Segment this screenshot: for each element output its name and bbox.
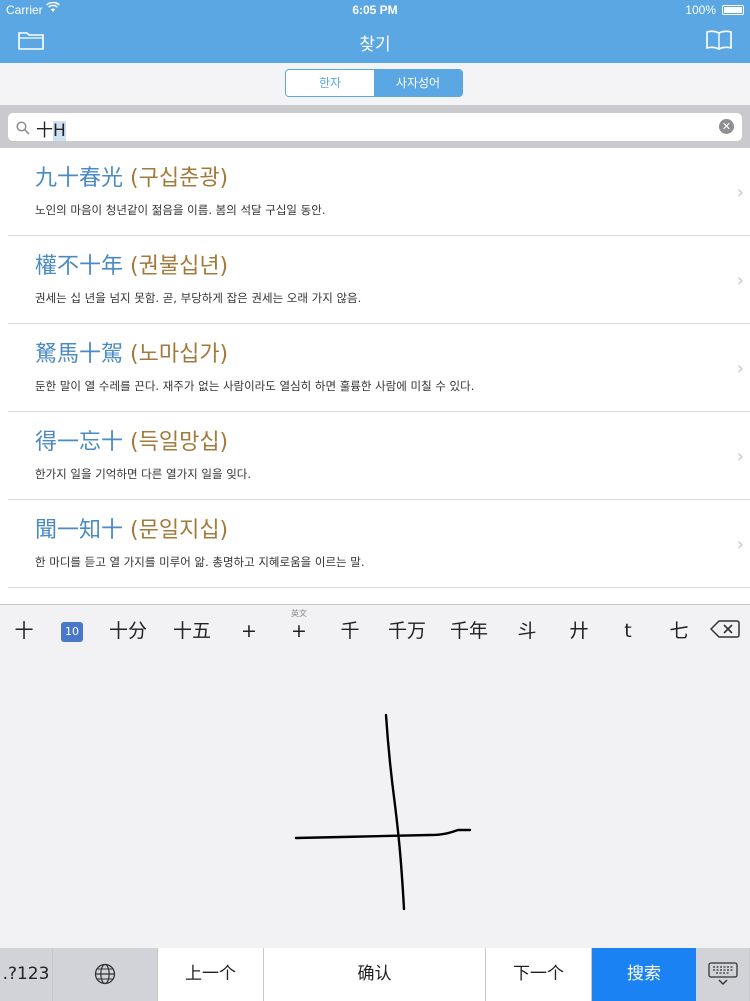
list-item[interactable]: 駑馬十駕 (노마십가) 둔한 말이 열 수레를 끈다. 재주가 없는 사람이라도… — [8, 324, 750, 412]
book-icon[interactable] — [706, 30, 732, 50]
globe-key[interactable] — [53, 948, 158, 1001]
idiom-description: 노인의 마음이 청년같이 젊음을 이름. 봄의 석달 구십일 동안. — [35, 203, 326, 217]
candidate-label: t — [624, 620, 632, 642]
prev-candidate-key[interactable]: 上一个 — [158, 948, 264, 1001]
keyboard-bottom-row: .?123 上一个 确认 下一个 搜索 — [0, 948, 750, 1001]
idiom-hanja: 九十春光 — [35, 166, 124, 191]
idiom-title: 權不十年 (권불십년) — [35, 248, 228, 280]
candidate-item[interactable]: 七 — [652, 605, 706, 655]
search-key[interactable]: 搜索 — [592, 948, 696, 1001]
candidate-note: 英文 — [291, 609, 307, 618]
search-value: 十H — [36, 116, 66, 141]
candidate-label: 七 — [669, 620, 689, 642]
handwriting-canvas[interactable] — [0, 655, 750, 948]
segment-idioms[interactable]: 사자성어 — [374, 70, 462, 96]
candidate-label: 千年 — [449, 620, 488, 642]
candidate-label: 十分 — [108, 620, 147, 642]
candidate-item[interactable]: 十五 — [160, 605, 224, 655]
list-item[interactable]: 權不十年 (권불십년) 권세는 십 년을 넘지 못함. 곧, 부당하게 잡은 권… — [8, 236, 750, 324]
idiom-reading: (권불십년) — [130, 254, 229, 279]
segment-hanja[interactable]: 한자 — [286, 70, 374, 96]
chevron-right-icon: › — [736, 534, 744, 555]
candidate-item[interactable]: + — [224, 605, 274, 655]
results-list: 九十春光 (구십춘광) 노인의 마음이 청년같이 젊음을 이름. 봄의 석달 구… — [0, 148, 750, 604]
candidate-label: 10 — [61, 621, 83, 642]
candidate-item[interactable]: 廾 — [554, 605, 604, 655]
search-bar: 十H ✕ — [0, 105, 750, 148]
clear-icon[interactable]: ✕ — [719, 119, 734, 134]
search-input[interactable]: 十H ✕ — [8, 113, 742, 141]
idiom-reading: (문일지십) — [130, 518, 229, 543]
symbols-key[interactable]: .?123 — [0, 948, 53, 1001]
handwriting-keyboard: 十 10 十分 十五 + 英文 + 千 千万 千年 斗 廾 t 七 .?123 上一个 确认 下一个 搜索 — [0, 604, 750, 1001]
battery-percent: 100% — [685, 3, 716, 17]
candidate-label: 十 — [14, 620, 34, 642]
candidate-item[interactable]: 英文 + — [274, 605, 324, 655]
candidate-item[interactable]: 10 — [48, 605, 96, 655]
list-item[interactable]: 得一忘十 (득일망십) 한가지 일을 기억하면 다른 열가지 일을 잊다. › — [8, 412, 750, 500]
idiom-description: 둔한 말이 열 수레를 끈다. 재주가 없는 사람이라도 열심히 하면 훌륭한 … — [35, 379, 475, 393]
candidate-item[interactable]: 千年 — [438, 605, 500, 655]
candidate-label: + — [291, 620, 307, 642]
list-item[interactable]: 聞一知十 (문일지십) 한 마디를 듣고 열 가지를 미루어 앎. 총명하고 지… — [8, 500, 750, 588]
candidate-label: 千万 — [387, 620, 426, 642]
keyboard-hide-icon — [707, 962, 738, 985]
candidate-item[interactable]: 十分 — [96, 605, 160, 655]
candidate-label: 廾 — [569, 620, 589, 642]
dismiss-keyboard-key[interactable] — [696, 948, 750, 1001]
idiom-description: 한가지 일을 기억하면 다른 열가지 일을 잊다. — [35, 467, 252, 481]
chevron-right-icon: › — [736, 270, 744, 291]
backspace-icon[interactable] — [709, 619, 740, 639]
candidate-label: 千 — [340, 620, 360, 642]
idiom-hanja: 得一忘十 — [35, 430, 124, 455]
candidate-bar: 十 10 十分 十五 + 英文 + 千 千万 千年 斗 廾 t 七 — [0, 605, 750, 655]
confirm-key[interactable]: 确认 — [264, 948, 486, 1001]
candidate-item[interactable]: t — [604, 605, 652, 655]
candidate-item[interactable]: 千万 — [376, 605, 438, 655]
clock: 6:05 PM — [352, 3, 398, 17]
idiom-reading: (득일망십) — [130, 430, 229, 455]
idiom-title: 得一忘十 (득일망십) — [35, 424, 228, 456]
idiom-hanja: 權不十年 — [35, 254, 124, 279]
candidate-item[interactable]: 千 — [324, 605, 376, 655]
candidate-label: + — [241, 620, 257, 642]
idiom-reading: (노마십가) — [130, 342, 229, 367]
search-value-committed: 十 — [36, 121, 53, 141]
candidate-label: 十五 — [172, 620, 211, 642]
candidate-item[interactable]: 十 — [0, 605, 48, 655]
idiom-hanja: 駑馬十駕 — [35, 342, 124, 367]
idiom-title: 聞一知十 (문일지십) — [35, 512, 228, 544]
chevron-right-icon: › — [736, 446, 744, 467]
segment-bar: 한자 사자성어 — [0, 63, 750, 105]
next-candidate-key[interactable]: 下一个 — [486, 948, 592, 1001]
handwriting-stroke — [294, 713, 472, 911]
idiom-description: 권세는 십 년을 넘지 못함. 곧, 부당하게 잡은 권세는 오래 가지 않음. — [35, 291, 362, 305]
idiom-description: 한 마디를 듣고 열 가지를 미루어 앎. 총명하고 지혜로움을 이르는 말. — [35, 555, 365, 569]
segmented-control: 한자 사자성어 — [285, 69, 463, 97]
chevron-right-icon: › — [736, 182, 744, 203]
idiom-hanja: 聞一知十 — [35, 518, 124, 543]
candidate-item[interactable]: 斗 — [500, 605, 554, 655]
battery-icon — [722, 5, 744, 15]
globe-icon — [94, 963, 116, 985]
list-item[interactable]: 九十春光 (구십춘광) 노인의 마음이 청년같이 젊음을 이름. 봄의 석달 구… — [8, 148, 750, 236]
idiom-reading: (구십춘광) — [130, 166, 229, 191]
search-value-marked: H — [53, 121, 66, 141]
candidate-label: 斗 — [517, 620, 537, 642]
search-icon — [16, 120, 30, 135]
status-bar: Carrier 6:05 PM 100% — [0, 0, 750, 20]
page-title: 찾기 — [359, 35, 391, 55]
navigation-bar: Carrier 6:05 PM 100% 찾기 — [0, 0, 750, 63]
idiom-title: 駑馬十駕 (노마십가) — [35, 336, 228, 368]
chevron-right-icon: › — [736, 358, 744, 379]
idiom-title: 九十春光 (구십춘광) — [35, 160, 228, 192]
